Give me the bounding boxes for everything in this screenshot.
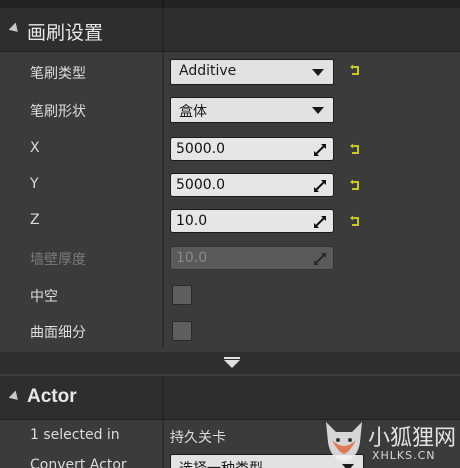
reset-to-default-icon[interactable] [348,215,362,229]
details-panel: 画刷设置 笔刷类型 Additive 笔刷形状 盒体 X 5000.0 Y 50… [0,0,460,468]
brush-type-label: 笔刷类型 [30,66,86,82]
combo-value: 盒体 [179,104,207,120]
brush-shape-row: 笔刷形状 盒体 [0,92,460,128]
hollow-label: 中空 [30,289,58,305]
combo-value: Additive [179,63,237,79]
x-value: 5000.0 [176,141,225,157]
watermark-sub: XHLKS.CN [372,449,436,462]
drag-resize-icon [314,180,326,192]
tessellated-checkbox[interactable] [172,321,192,341]
drag-resize-icon [314,216,326,228]
wall-thickness-label: 墙壁厚度 [30,252,86,268]
watermark: 小狐狸网 XHLKS.CN [320,416,460,468]
y-label: Y [30,176,39,192]
hollow-row: 中空 [0,277,460,313]
chevron-down-icon [312,69,324,76]
section-title: 画刷设置 [27,22,104,44]
wall-thickness-value: 10.0 [176,250,208,266]
convert-actor-label: Convert Actor [30,457,127,468]
brush-settings-header[interactable]: 画刷设置 [0,8,460,52]
reset-to-default-icon[interactable] [348,64,362,78]
wall-thickness-input: 10.0 [170,246,334,270]
x-row: X 5000.0 [0,131,460,167]
combo-value: 选择一种类型 [179,458,263,468]
x-input[interactable]: 5000.0 [170,137,334,161]
selected-in-label: 1 selected in [30,427,120,443]
top-strip [0,0,460,8]
z-row: Z 10.0 [0,203,460,239]
fox-logo [326,422,362,462]
y-input[interactable]: 5000.0 [170,173,334,197]
level-name: 持久关卡 [170,430,226,446]
actor-header[interactable]: Actor [0,376,460,420]
show-advanced-arrow-icon [224,360,240,368]
hollow-checkbox[interactable] [172,285,192,305]
z-value: 10.0 [176,213,208,229]
y-value: 5000.0 [176,177,225,193]
y-row: Y 5000.0 [0,167,460,203]
brush-type-row: 笔刷类型 Additive [0,54,460,90]
watermark-text: 小狐狸网 [368,426,457,451]
drag-resize-icon [314,253,326,265]
tessellated-label: 曲面细分 [30,325,86,341]
chevron-down-icon [312,107,324,114]
show-advanced-bar[interactable] [0,352,460,374]
section-title: Actor [27,386,77,407]
brush-shape-combo[interactable]: 盒体 [170,97,334,123]
reset-to-default-icon[interactable] [348,143,362,157]
z-label: Z [30,212,40,228]
drag-resize-icon [314,144,326,156]
expanded-arrow-icon[interactable] [8,390,22,404]
wall-thickness-row: 墙壁厚度 10.0 [0,240,460,276]
brush-shape-label: 笔刷形状 [30,104,86,120]
brush-type-combo[interactable]: Additive [170,59,334,85]
show-advanced-icon [224,357,240,359]
x-label: X [30,140,40,156]
tessellated-row: 曲面细分 [0,313,460,349]
reset-to-default-icon[interactable] [348,179,362,193]
expanded-arrow-icon[interactable] [8,22,22,36]
z-input[interactable]: 10.0 [170,209,334,233]
